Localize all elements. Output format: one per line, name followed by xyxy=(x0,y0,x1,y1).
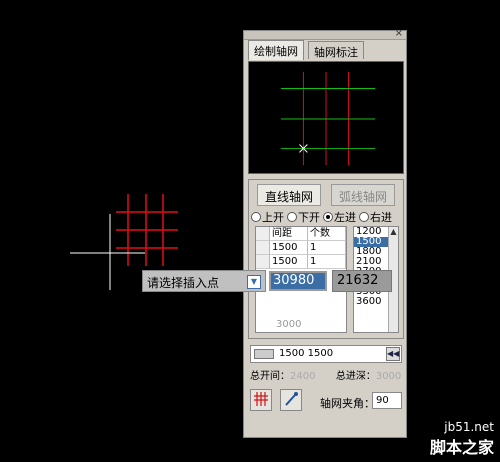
scroll-up-icon[interactable]: ▲ xyxy=(389,227,398,236)
angle-label: 轴网夹角： xyxy=(320,397,375,410)
radio-right-depth[interactable]: 右进 xyxy=(359,209,392,225)
dynamic-input-x-value[interactable]: 30980 xyxy=(271,273,325,289)
keyboard-icon xyxy=(254,349,274,359)
tab-axis-dimension[interactable]: 轴网标注 xyxy=(308,41,364,59)
watermark-url: jb51.net xyxy=(444,420,494,434)
axis-grid-panel: × 绘制轴网 轴网标注 直线轴网 弧线轴网 上开 下开 左进 右进 间距 个数 … xyxy=(243,28,407,438)
dynamic-input-y[interactable]: 21632 xyxy=(332,270,392,292)
radio-left-depth[interactable]: 左进 xyxy=(323,209,356,225)
eyedropper-icon xyxy=(285,392,298,406)
table-total: 3000 xyxy=(276,319,302,330)
pick-button[interactable] xyxy=(280,389,302,411)
draw-grid-button[interactable] xyxy=(250,389,272,411)
axis-grid-preview xyxy=(116,194,178,266)
col-header-count: 个数 xyxy=(308,227,346,241)
grid-preview xyxy=(248,61,404,174)
panel-titlebar[interactable]: × xyxy=(244,28,406,40)
tab-arc-axis[interactable]: 弧线轴网 xyxy=(331,184,396,206)
radio-top-bay[interactable]: 上开 xyxy=(251,209,284,225)
watermark: jb51.net 脚本之家 xyxy=(430,420,494,458)
col-header-spacing: 间距 xyxy=(270,227,308,241)
table-row[interactable]: 1500 1 xyxy=(256,255,346,269)
prompt-options-icon[interactable]: ▼ xyxy=(247,275,261,289)
close-icon[interactable]: × xyxy=(395,28,403,40)
total-width-value: 2400 xyxy=(290,371,316,382)
command-prompt: 请选择插入点 ▼ xyxy=(142,270,266,292)
total-width-label: 总开间： xyxy=(250,371,290,382)
watermark-brand: 脚本之家 xyxy=(429,438,494,457)
straight-axis-frame: 直线轴网 弧线轴网 上开 下开 左进 右进 间距 个数 1500 1 1500 … xyxy=(248,179,404,339)
prompt-text: 请选择插入点 xyxy=(147,276,220,290)
dynamic-input-x[interactable]: 30980 xyxy=(268,270,328,292)
spacing-input-text[interactable]: 1500 1500 xyxy=(279,348,333,359)
table-row[interactable]: 1500 1 xyxy=(256,241,346,255)
radio-bottom-bay[interactable]: 下开 xyxy=(287,209,320,225)
angle-input[interactable]: 90 xyxy=(372,392,402,409)
totals-summary: 总开间：2400 总进深：3000 xyxy=(250,367,401,382)
grid-pen-icon xyxy=(254,392,268,406)
total-depth-value: 3000 xyxy=(375,371,402,382)
rewind-button[interactable]: ◀◀ xyxy=(386,347,400,361)
direction-radios: 上开 下开 左进 右进 xyxy=(251,208,403,224)
crosshair-cursor xyxy=(70,214,145,290)
tab-straight-axis[interactable]: 直线轴网 xyxy=(257,184,322,206)
spacing-input-field[interactable]: 1500 1500 ◀◀ xyxy=(250,345,402,363)
total-depth-label: 总进深： xyxy=(335,371,376,382)
tab-draw-axis[interactable]: 绘制轴网 xyxy=(248,40,304,60)
